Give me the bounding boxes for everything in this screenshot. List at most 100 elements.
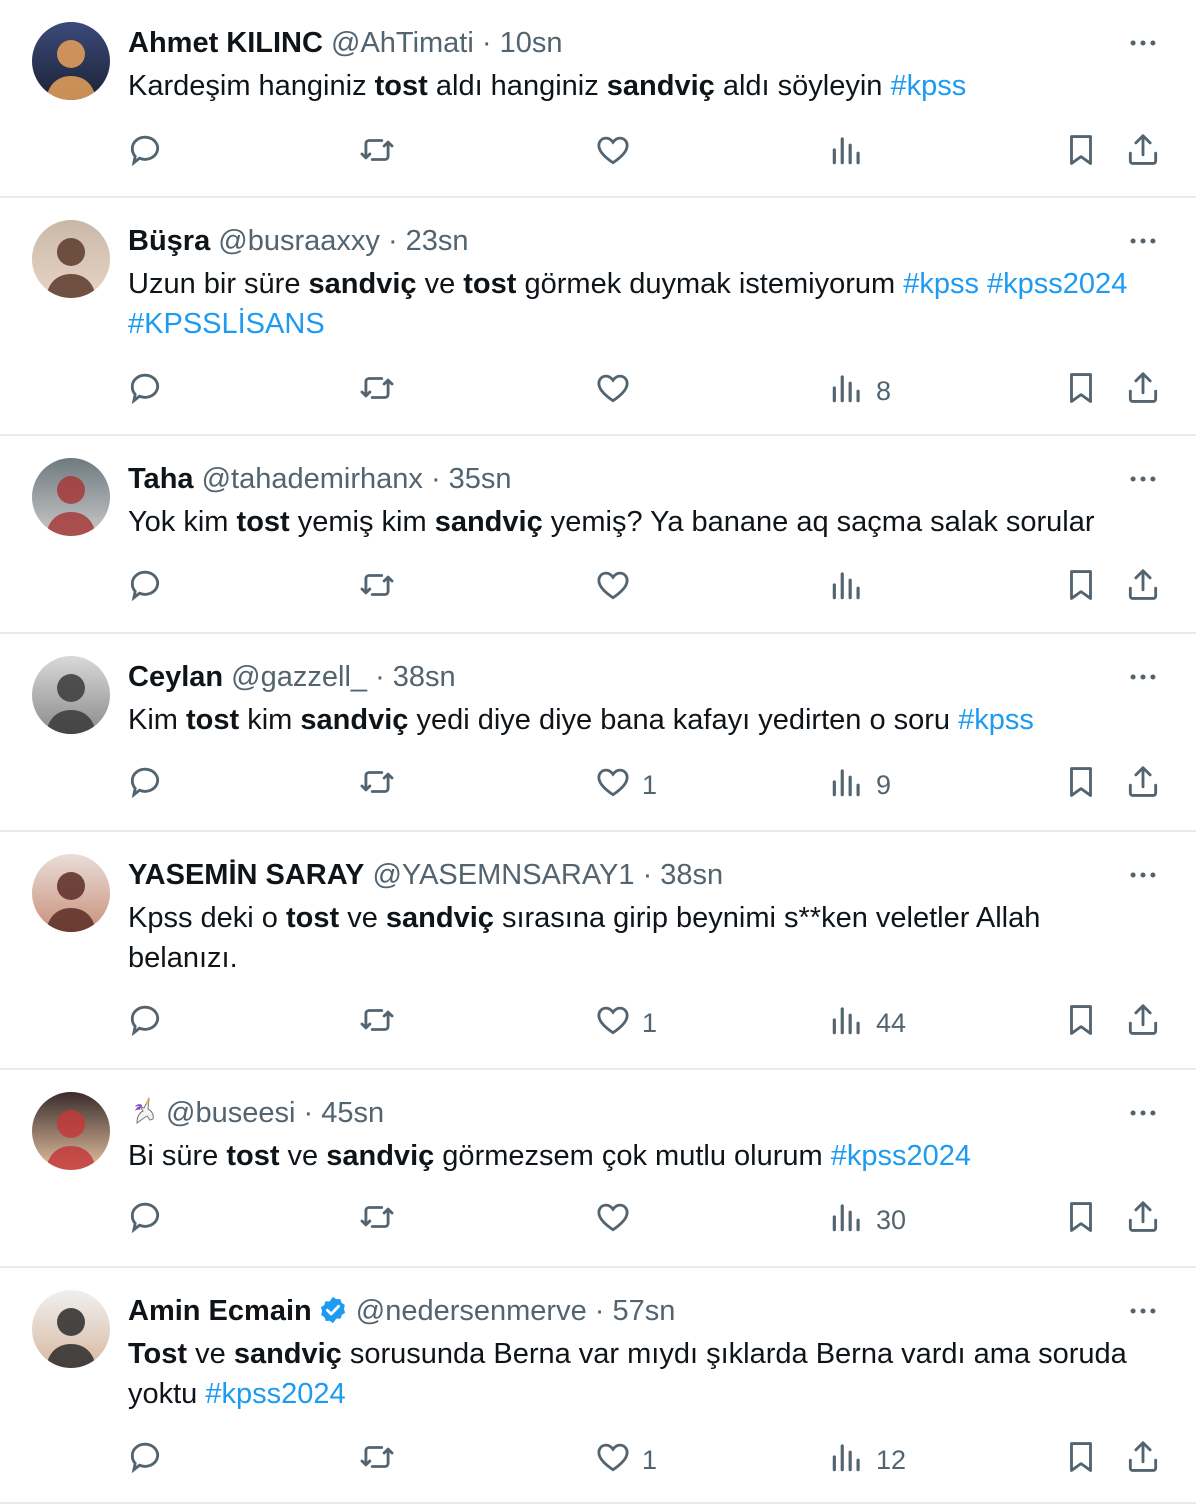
retweet-button[interactable] bbox=[358, 1003, 396, 1043]
user-handle[interactable]: @nedersenmerve bbox=[356, 1295, 587, 1327]
timestamp[interactable]: 45sn bbox=[321, 1097, 384, 1129]
share-button[interactable] bbox=[1124, 1200, 1162, 1240]
tweet[interactable]: Taha @tahademirhanx · 35sn Yok kim tost y… bbox=[0, 436, 1196, 634]
user-handle[interactable]: @buseesi bbox=[166, 1097, 295, 1129]
share-icon bbox=[1124, 131, 1162, 176]
views-icon bbox=[828, 1001, 866, 1046]
reply-button[interactable] bbox=[126, 1440, 164, 1480]
views-icon bbox=[828, 566, 866, 611]
views-button[interactable]: 8 bbox=[828, 371, 891, 411]
bookmark-icon bbox=[1062, 369, 1100, 414]
views-button[interactable] bbox=[828, 133, 876, 173]
share-button[interactable] bbox=[1124, 765, 1162, 805]
display-name[interactable]: Ceylan bbox=[128, 661, 223, 693]
timestamp[interactable]: 10sn bbox=[500, 27, 563, 59]
share-button[interactable] bbox=[1124, 371, 1162, 411]
retweet-button[interactable] bbox=[358, 133, 396, 173]
tweet[interactable]: Büşra @busraaxxy · 23sn Uzun bir süre san… bbox=[0, 198, 1196, 436]
like-button[interactable]: 1 bbox=[594, 1003, 657, 1043]
timestamp[interactable]: 23sn bbox=[406, 225, 469, 257]
retweet-button[interactable] bbox=[358, 1440, 396, 1480]
timestamp[interactable]: 38sn bbox=[660, 859, 723, 891]
reply-button[interactable] bbox=[126, 1003, 164, 1043]
retweet-button[interactable] bbox=[358, 371, 396, 411]
verified-icon[interactable] bbox=[318, 1295, 348, 1325]
display-name[interactable]: Taha bbox=[128, 463, 194, 495]
bookmark-button[interactable] bbox=[1062, 1003, 1100, 1043]
bookmark-button[interactable] bbox=[1062, 765, 1100, 805]
user-handle[interactable]: @AhTimati bbox=[331, 27, 474, 59]
retweet-button[interactable] bbox=[358, 568, 396, 608]
bookmark-button[interactable] bbox=[1062, 1440, 1100, 1480]
avatar[interactable] bbox=[32, 22, 110, 100]
tweet[interactable]: Ahmet KILINC @AhTimati · 10sn Kardeşim ha… bbox=[0, 0, 1196, 198]
timestamp[interactable]: 57sn bbox=[613, 1295, 676, 1327]
user-handle[interactable]: @busraaxxy bbox=[218, 225, 380, 257]
reply-button[interactable] bbox=[126, 133, 164, 173]
tweet[interactable]: YASEMİN SARAY @YASEMNSARAY1 · 38sn Kpss d… bbox=[0, 832, 1196, 1070]
more-icon[interactable] bbox=[1126, 26, 1160, 60]
bookmark-icon bbox=[1062, 763, 1100, 808]
user-handle[interactable]: @gazzell_ bbox=[231, 661, 367, 693]
retweet-button[interactable] bbox=[358, 1200, 396, 1240]
hashtag-link[interactable]: #kpss bbox=[903, 268, 979, 300]
reply-button[interactable] bbox=[126, 765, 164, 805]
hashtag-link[interactable]: #kpss bbox=[958, 704, 1034, 736]
tweet[interactable]: Ceylan @gazzell_ · 38sn Kim tost kim sand… bbox=[0, 634, 1196, 832]
more-icon[interactable] bbox=[1126, 462, 1160, 496]
views-button[interactable]: 44 bbox=[828, 1003, 906, 1043]
bookmark-button[interactable] bbox=[1062, 1200, 1100, 1240]
share-button[interactable] bbox=[1124, 133, 1162, 173]
like-button[interactable] bbox=[594, 568, 642, 608]
separator: · bbox=[473, 27, 500, 59]
display-name[interactable]: YASEMİN SARAY bbox=[128, 859, 364, 891]
bookmark-button[interactable] bbox=[1062, 568, 1100, 608]
more-icon[interactable] bbox=[1126, 1294, 1160, 1328]
avatar[interactable] bbox=[32, 1290, 110, 1368]
more-icon[interactable] bbox=[1126, 224, 1160, 258]
user-handle[interactable]: @tahademirhanx bbox=[202, 463, 423, 495]
bookmark-button[interactable] bbox=[1062, 371, 1100, 411]
like-button[interactable] bbox=[594, 1200, 642, 1240]
retweet-button[interactable] bbox=[358, 765, 396, 805]
views-button[interactable]: 30 bbox=[828, 1200, 906, 1240]
share-button[interactable] bbox=[1124, 1003, 1162, 1043]
more-icon[interactable] bbox=[1126, 1096, 1160, 1130]
text-segment: kim bbox=[239, 704, 301, 736]
like-button[interactable]: 1 bbox=[594, 1440, 657, 1480]
display-name[interactable]: Büşra bbox=[128, 225, 210, 257]
share-button[interactable] bbox=[1124, 568, 1162, 608]
like-button[interactable] bbox=[594, 133, 642, 173]
reply-button[interactable] bbox=[126, 1200, 164, 1240]
timestamp[interactable]: 38sn bbox=[393, 661, 456, 693]
avatar[interactable] bbox=[32, 458, 110, 536]
hashtag-link[interactable]: #kpss2024 bbox=[987, 268, 1127, 300]
display-name[interactable]: Amin Ecmain bbox=[128, 1295, 312, 1327]
avatar[interactable] bbox=[32, 854, 110, 932]
avatar[interactable] bbox=[32, 220, 110, 298]
hashtag-link[interactable]: #kpss2024 bbox=[205, 1378, 345, 1410]
tweet[interactable]: Amin Ecmain @nedersenmerve · 57sn Tost ve… bbox=[0, 1268, 1196, 1504]
share-button[interactable] bbox=[1124, 1440, 1162, 1480]
timestamp[interactable]: 35sn bbox=[449, 463, 512, 495]
more-icon[interactable] bbox=[1126, 660, 1160, 694]
hashtag-link[interactable]: #kpss bbox=[890, 70, 966, 102]
avatar[interactable] bbox=[32, 1092, 110, 1170]
avatar[interactable] bbox=[32, 656, 110, 734]
text-segment: Kpss deki o bbox=[128, 902, 286, 934]
views-button[interactable]: 9 bbox=[828, 765, 891, 805]
bookmark-button[interactable] bbox=[1062, 133, 1100, 173]
reply-button[interactable] bbox=[126, 568, 164, 608]
user-handle[interactable]: @YASEMNSARAY1 bbox=[372, 859, 634, 891]
hashtag-link[interactable]: #KPSSLİSANS bbox=[128, 308, 325, 340]
hashtag-link[interactable]: #kpss2024 bbox=[831, 1140, 971, 1172]
display-name[interactable]: Ahmet KILINC bbox=[128, 27, 323, 59]
views-button[interactable]: 12 bbox=[828, 1440, 906, 1480]
views-button[interactable] bbox=[828, 568, 876, 608]
like-button[interactable]: 1 bbox=[594, 765, 657, 805]
tweet-text: Yok kim tost yemiş kim sandviç yemiş? Ya… bbox=[128, 502, 1158, 542]
more-icon[interactable] bbox=[1126, 858, 1160, 892]
tweet[interactable]: @buseesi · 45sn Bi süre tost ve sandviç g… bbox=[0, 1070, 1196, 1268]
reply-button[interactable] bbox=[126, 371, 164, 411]
like-button[interactable] bbox=[594, 371, 642, 411]
